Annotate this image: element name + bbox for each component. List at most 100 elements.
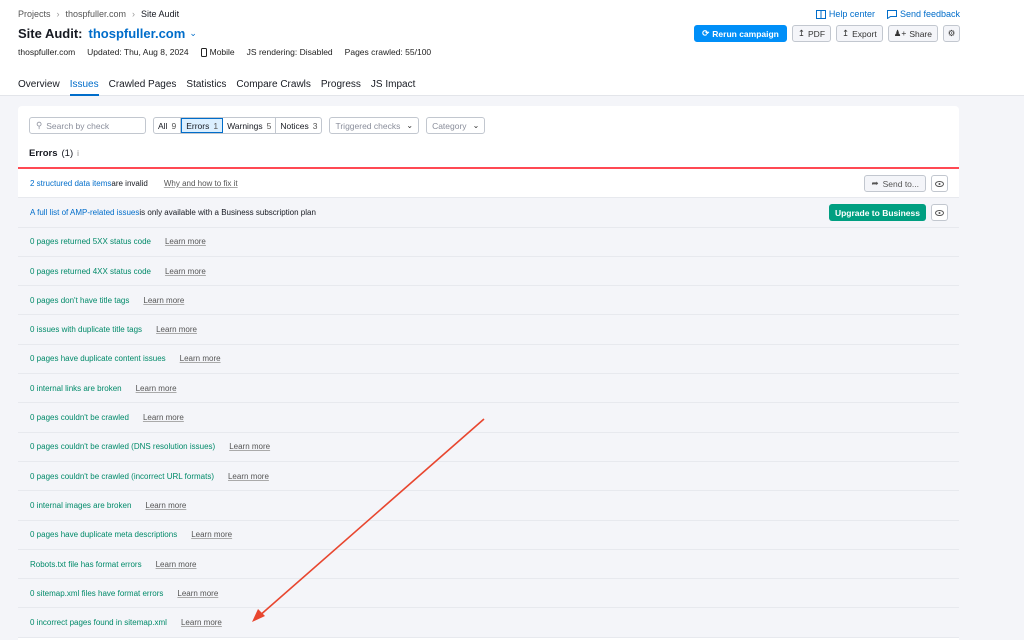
- tab-progress[interactable]: Progress: [321, 79, 361, 96]
- tab-crawled-pages[interactable]: Crawled Pages: [109, 79, 177, 96]
- learn-more-link[interactable]: Learn more: [228, 472, 269, 481]
- tab-overview[interactable]: Overview: [18, 79, 60, 96]
- issue-text[interactable]: 0 incorrect pages found in sitemap.xml: [30, 618, 167, 627]
- triggered-checks-dropdown[interactable]: Triggered checks ⌄: [329, 117, 420, 134]
- help-links: Help center Send feedback: [815, 9, 960, 19]
- filter-warnings[interactable]: Warnings 5: [223, 118, 277, 133]
- meta-domain: thospfuller.com: [18, 47, 76, 57]
- learn-more-link[interactable]: Learn more: [145, 501, 186, 510]
- issue-text[interactable]: 0 sitemap.xml files have format errors: [30, 589, 163, 598]
- issue-link[interactable]: 2 structured data items: [30, 179, 111, 188]
- issue-text[interactable]: 0 pages couldn't be crawled (incorrect U…: [30, 472, 214, 481]
- pdf-button[interactable]: ↥ PDF: [791, 25, 832, 42]
- export-button[interactable]: ↥ Export: [836, 25, 883, 42]
- domain-selector[interactable]: thospfuller.com: [89, 26, 186, 41]
- help-center-label: Help center: [828, 9, 875, 19]
- category-dropdown[interactable]: Category ⌄: [426, 117, 486, 134]
- chevron-down-icon: ⌄: [406, 121, 414, 130]
- issue-text[interactable]: 0 issues with duplicate title tags: [30, 325, 142, 334]
- audit-meta: thospfuller.com Updated: Thu, Aug 8, 202…: [18, 47, 431, 57]
- chevron-down-icon[interactable]: ⌄: [189, 28, 197, 39]
- upgrade-button[interactable]: Upgrade to Business: [828, 204, 926, 222]
- issues-list: 2 structured data items are invalid Why …: [18, 169, 959, 638]
- learn-more-link[interactable]: Learn more: [229, 442, 270, 451]
- tab-js-impact[interactable]: JS Impact: [371, 79, 415, 96]
- breadcrumb-current: Site Audit: [141, 9, 180, 19]
- section-title-label: Errors: [29, 148, 58, 159]
- amp-link[interactable]: A full list of AMP-related issues: [30, 208, 139, 217]
- help-center-link[interactable]: Help center: [815, 9, 875, 19]
- learn-more-link[interactable]: Learn more: [143, 296, 184, 305]
- issue-text[interactable]: 0 pages returned 5XX status code: [30, 237, 151, 246]
- issue-text[interactable]: 0 pages don't have title tags: [30, 296, 129, 305]
- issue-text[interactable]: 0 internal images are broken: [30, 501, 131, 510]
- filter-errors[interactable]: Errors 1: [181, 118, 224, 133]
- filter-all[interactable]: All 9: [154, 118, 182, 133]
- issue-text[interactable]: 0 pages couldn't be crawled: [30, 413, 129, 422]
- tab-compare-crawls[interactable]: Compare Crawls: [236, 79, 310, 96]
- gear-icon: ⚙: [947, 28, 956, 38]
- meta-pages-crawled: Pages crawled: 55/100: [344, 47, 432, 57]
- learn-more-link[interactable]: Learn more: [156, 560, 197, 569]
- issues-panel: ⚲ Search by check All 9 Errors 1 Warnings 5…: [18, 106, 959, 640]
- settings-button[interactable]: ⚙: [943, 25, 960, 42]
- why-fix-link[interactable]: Why and how to fix it: [164, 179, 238, 188]
- issue-text[interactable]: Robots.txt file has format errors: [30, 560, 142, 569]
- send-feedback-label: Send feedback: [899, 9, 960, 19]
- header-actions: ⟳ Rerun campaign ↥ PDF ↥ Export ♟+ Share…: [694, 25, 960, 42]
- info-icon[interactable]: i: [77, 149, 79, 158]
- issue-row: 0 pages couldn't be crawled (incorrect U…: [18, 461, 959, 492]
- upload-icon: ↥: [797, 28, 806, 38]
- send-feedback-link[interactable]: Send feedback: [886, 9, 960, 19]
- issue-text[interactable]: 0 pages have duplicate meta descriptions: [30, 530, 177, 539]
- issue-row: 0 internal links are broken Learn more: [18, 374, 959, 404]
- filter-notices-count: 3: [312, 120, 318, 131]
- eye-icon[interactable]: [931, 204, 948, 222]
- eye-icon[interactable]: [931, 175, 948, 192]
- mobile-icon: [200, 47, 207, 57]
- chevron-right-icon: ›: [132, 9, 136, 19]
- learn-more-link[interactable]: Learn more: [143, 413, 184, 422]
- share-button[interactable]: ♟+ Share: [887, 25, 938, 42]
- triggered-checks-label: Triggered checks: [335, 120, 401, 131]
- page-title: Site Audit: thospfuller.com ⌄: [18, 26, 197, 41]
- issue-text[interactable]: 0 pages couldn't be crawled (DNS resolut…: [30, 442, 215, 451]
- issue-row: Robots.txt file has format errors Learn m…: [18, 549, 959, 580]
- issue-row: 0 pages returned 5XX status code Learn mo…: [18, 227, 959, 257]
- learn-more-link[interactable]: Learn more: [136, 384, 177, 393]
- tab-issues[interactable]: Issues: [69, 79, 99, 96]
- learn-more-link[interactable]: Learn more: [180, 354, 221, 363]
- learn-more-link[interactable]: Learn more: [156, 325, 197, 334]
- category-label: Category: [432, 120, 467, 131]
- learn-more-link[interactable]: Learn more: [165, 237, 206, 246]
- learn-more-link[interactable]: Learn more: [181, 618, 222, 627]
- learn-more-link[interactable]: Learn more: [165, 267, 206, 276]
- search-icon: ⚲: [36, 120, 43, 130]
- issue-text[interactable]: 0 pages have duplicate content issues: [30, 354, 166, 363]
- issue-row: 0 pages couldn't be crawled (DNS resolut…: [18, 432, 959, 462]
- filter-warnings-count: 5: [266, 120, 272, 131]
- breadcrumb: Projects › thospfuller.com › Site Audit: [18, 9, 179, 19]
- tab-statistics[interactable]: Statistics: [186, 79, 226, 96]
- learn-more-link[interactable]: Learn more: [191, 530, 232, 539]
- filter-errors-count: 1: [213, 120, 219, 131]
- row-actions: Upgrade to Business: [828, 204, 948, 222]
- filter-notices[interactable]: Notices 3: [276, 118, 321, 133]
- search-input[interactable]: ⚲ Search by check: [29, 117, 146, 134]
- issue-text[interactable]: 0 internal links are broken: [30, 384, 122, 393]
- send-to-button[interactable]: ➦ Send to...: [864, 175, 926, 192]
- issue-row: 0 pages have duplicate content issues Lea…: [18, 344, 959, 375]
- rerun-campaign-button[interactable]: ⟳ Rerun campaign: [694, 25, 787, 42]
- issue-text[interactable]: 0 pages returned 4XX status code: [30, 267, 151, 276]
- amp-text: is only available with a Business subscr…: [139, 207, 316, 217]
- meta-updated: Updated: Thu, Aug 8, 2024: [87, 47, 189, 57]
- filter-notices-label: Notices: [280, 120, 309, 131]
- tab-bar: Overview Issues Crawled Pages Statistics…: [18, 79, 415, 96]
- learn-more-link[interactable]: Learn more: [177, 589, 218, 598]
- breadcrumb-projects[interactable]: Projects: [18, 9, 51, 19]
- rerun-campaign-label: Rerun campaign: [712, 28, 779, 39]
- breadcrumb-domain[interactable]: thospfuller.com: [66, 9, 127, 19]
- meta-js-rendering: JS rendering: Disabled: [246, 47, 333, 57]
- page-title-prefix: Site Audit:: [18, 26, 83, 41]
- feedback-icon: [886, 9, 897, 19]
